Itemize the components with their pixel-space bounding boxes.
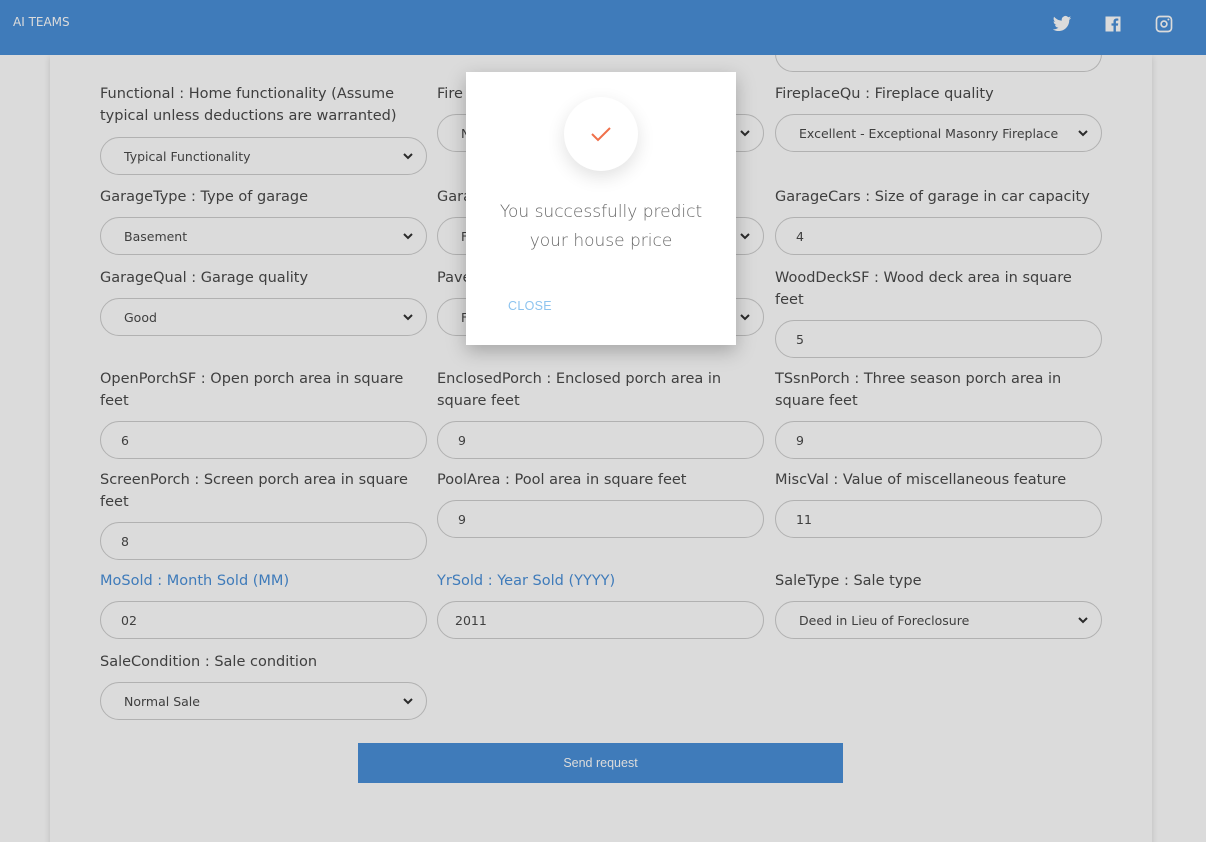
- success-badge: [564, 97, 638, 171]
- success-message: You successfully predict your house pric…: [499, 202, 703, 251]
- check-icon: [591, 127, 611, 142]
- success-modal: You successfully predict your house pric…: [466, 72, 736, 345]
- close-button[interactable]: CLOSE: [508, 299, 552, 313]
